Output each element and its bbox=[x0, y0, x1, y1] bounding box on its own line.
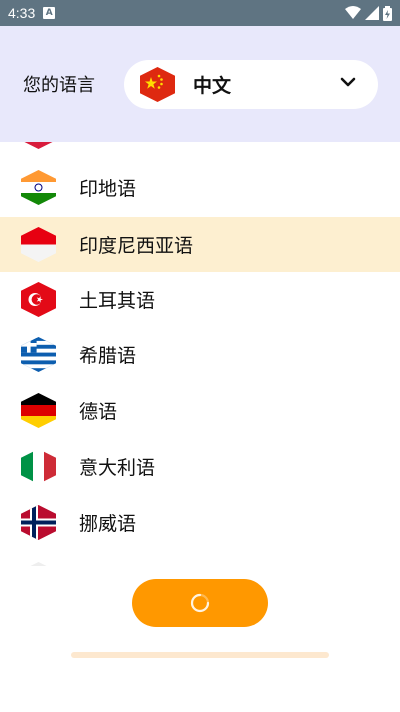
language-label: 德语 bbox=[79, 401, 118, 423]
turkey-flag-icon bbox=[21, 282, 56, 317]
language-label: 土耳其语 bbox=[79, 290, 156, 312]
continue-button[interactable] bbox=[132, 579, 268, 627]
chevron-down-icon bbox=[340, 77, 356, 87]
italy-flag-icon bbox=[21, 449, 56, 484]
language-label: 意大利语 bbox=[79, 457, 156, 479]
list-item[interactable]: 印地语 bbox=[0, 160, 400, 215]
list-item[interactable]: 挪威语 bbox=[0, 495, 400, 550]
partial-flag-icon bbox=[21, 562, 56, 566]
loading-spinner-icon bbox=[190, 593, 210, 613]
india-flag-icon bbox=[21, 170, 56, 205]
norway-flag-icon bbox=[21, 505, 56, 540]
list-item[interactable] bbox=[0, 142, 400, 159]
status-bar: 4:33 A bbox=[0, 0, 400, 26]
language-label: 印度尼西亚语 bbox=[79, 235, 194, 257]
language-label: 印地语 bbox=[79, 178, 137, 200]
partial-red-flag-icon bbox=[21, 142, 56, 149]
language-header: 您的语言 中文 bbox=[0, 26, 400, 142]
list-item[interactable]: 土耳其语 bbox=[0, 272, 400, 327]
signal-icon bbox=[365, 6, 379, 20]
list-item[interactable]: 意大利语 bbox=[0, 439, 400, 494]
greece-flag-icon bbox=[21, 337, 56, 372]
germany-flag-icon bbox=[21, 393, 56, 428]
list-item[interactable] bbox=[0, 552, 400, 566]
list-item[interactable]: 印度尼西亚语 bbox=[0, 217, 400, 272]
indonesia-flag-icon bbox=[21, 227, 56, 262]
selected-language: 中文 bbox=[193, 75, 232, 97]
language-selector[interactable]: 中文 bbox=[124, 60, 378, 109]
battery-icon bbox=[383, 5, 392, 21]
notification-icon: A bbox=[43, 7, 56, 19]
list-item[interactable]: 希腊语 bbox=[0, 327, 400, 382]
language-label: 挪威语 bbox=[79, 513, 137, 535]
language-label: 希腊语 bbox=[79, 345, 137, 367]
china-flag-icon bbox=[140, 67, 175, 102]
wifi-icon bbox=[345, 6, 361, 19]
status-time: 4:33 bbox=[8, 5, 36, 21]
bottom-indicator bbox=[71, 652, 329, 658]
your-language-label: 您的语言 bbox=[23, 75, 95, 96]
list-item[interactable]: 德语 bbox=[0, 383, 400, 438]
language-list: 印地语 印度尼西亚语 土耳其语 希腊语 德语 意大利语 挪威语 bbox=[0, 142, 400, 566]
